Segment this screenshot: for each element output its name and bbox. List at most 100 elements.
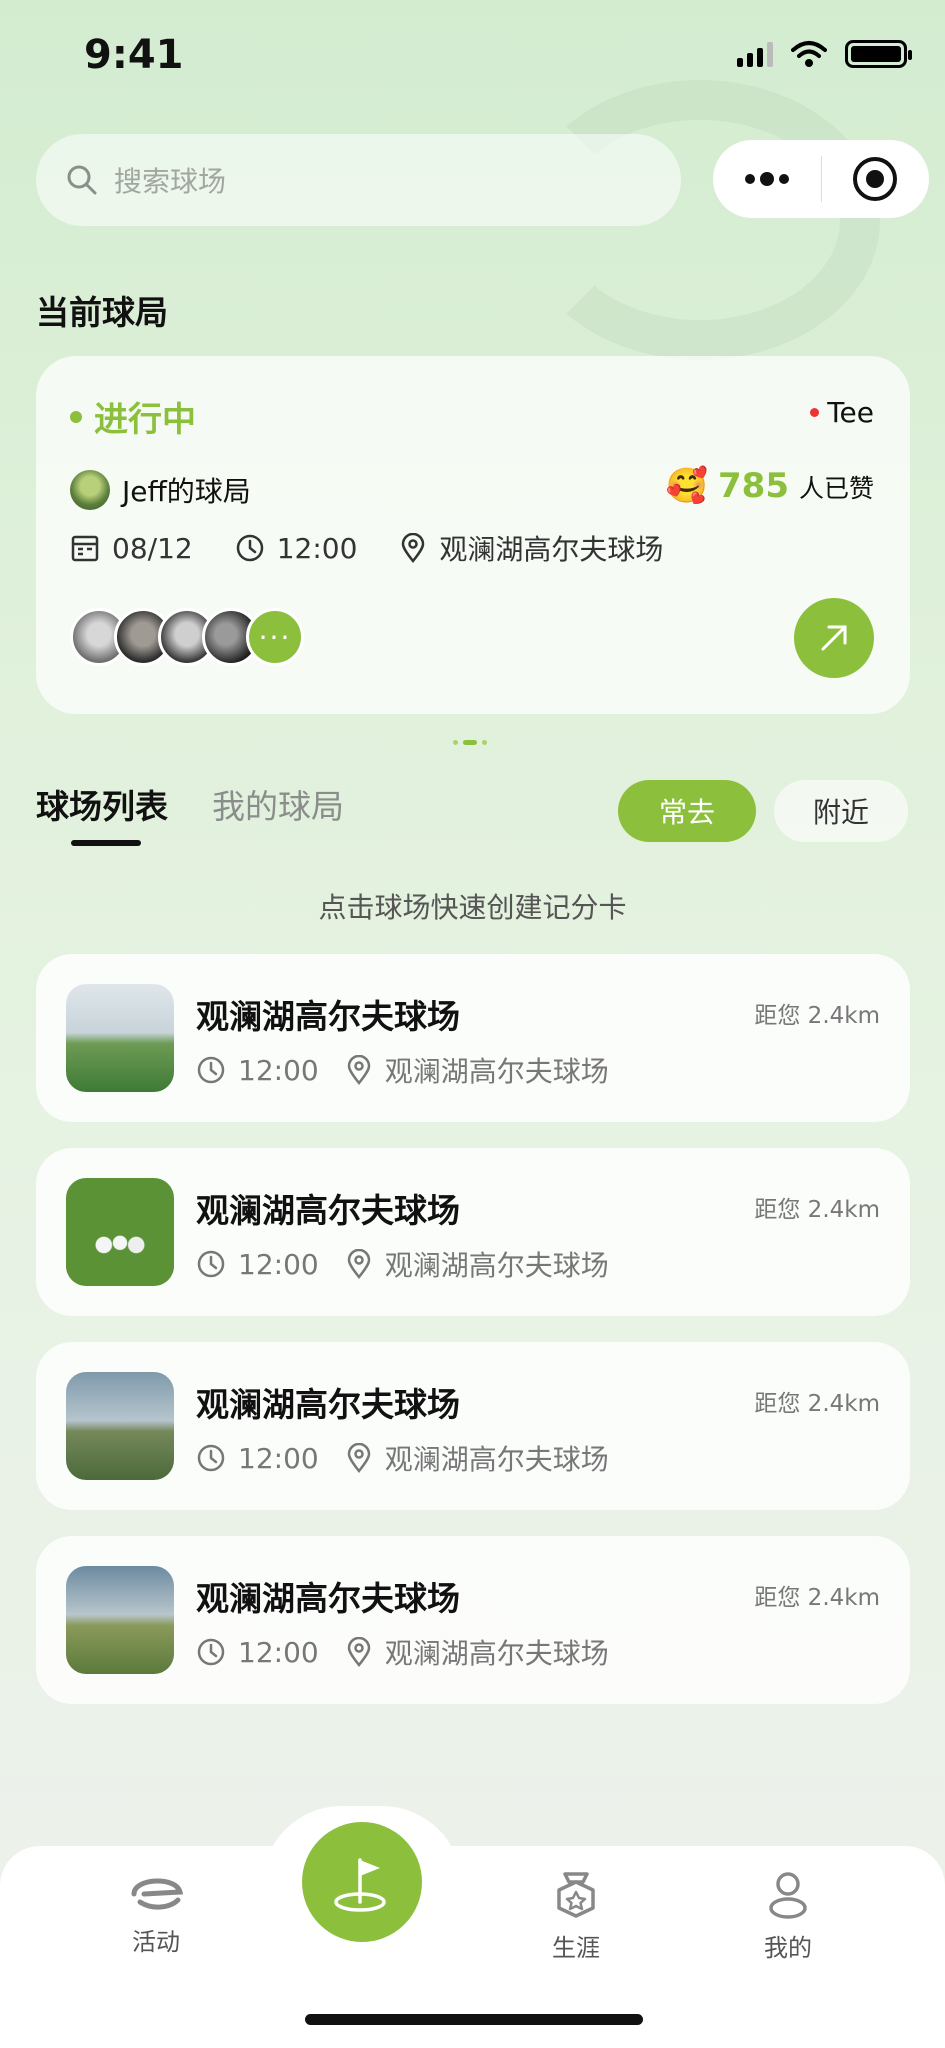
create-scorecard-hint: 点击球场快速创建记分卡 <box>318 891 627 924</box>
course-meta: 12:00 观澜湖高尔夫球场 <box>196 1050 609 1090</box>
course-location: 观澜湖高尔夫球场 <box>345 1632 609 1672</box>
tab-course-list[interactable]: 球场列表 <box>36 780 168 828</box>
golf-flag-icon <box>334 1858 386 1912</box>
current-game-title: 当前球局 <box>36 293 168 332</box>
more-players-button[interactable]: ··· <box>246 608 304 666</box>
course-time-value: 12:00 <box>238 1635 319 1669</box>
search-placeholder: 搜索球场 <box>114 165 227 198</box>
pager-dot-active <box>463 740 477 745</box>
course-name: 观澜湖高尔夫球场 <box>196 1385 460 1424</box>
current-game-card[interactable]: 进行中 Tee Jeff的球局 🥰 785 人已赞 08/12 12:00 观澜… <box>36 356 910 714</box>
pager-dot <box>482 740 487 745</box>
course-distance: 距您 2.4km <box>754 1197 880 1223</box>
owner-avatar <box>70 470 110 510</box>
course-card[interactable]: 观澜湖高尔夫球场 距您 2.4km 12:00 观澜湖高尔夫球场 <box>36 1342 910 1510</box>
course-location-value: 观澜湖高尔夫球场 <box>384 1055 609 1088</box>
course-time: 12:00 <box>196 1050 319 1090</box>
medal-icon <box>557 1872 595 1918</box>
clock-icon <box>197 1444 225 1472</box>
tee-dot-icon <box>810 408 820 417</box>
status-time: 9:41 <box>84 32 184 78</box>
more-button[interactable] <box>713 140 821 218</box>
course-meta: 12:00 观澜湖高尔夫球场 <box>196 1632 609 1672</box>
course-meta: 12:00 观澜湖高尔夫球场 <box>196 1244 609 1284</box>
nav-activity-label: 活动 <box>132 1928 180 1956</box>
course-location: 观澜湖高尔夫球场 <box>345 1244 609 1284</box>
course-card[interactable]: 观澜湖高尔夫球场 距您 2.4km 12:00 观澜湖高尔夫球场 <box>36 1536 910 1704</box>
more-dots-icon <box>744 172 789 186</box>
status-icons <box>737 40 912 68</box>
battery-icon <box>845 40 912 68</box>
nav-activity[interactable]: 活动 <box>96 1870 216 1957</box>
search-icon <box>67 165 97 195</box>
tee-badge: Tee <box>810 396 874 429</box>
nav-center-button[interactable] <box>302 1822 422 1942</box>
mini-program-capsule <box>713 140 929 218</box>
course-card[interactable]: 观澜湖高尔夫球场 距您 2.4km 12:00 观澜湖高尔夫球场 <box>36 954 910 1122</box>
course-name: 观澜湖高尔夫球场 <box>196 1579 460 1618</box>
likes-info: 🥰 785 人已赞 <box>666 466 874 506</box>
filter-frequent[interactable]: 常去 <box>618 780 756 842</box>
calendar-icon <box>71 535 99 562</box>
tab-my-games[interactable]: 我的球局 <box>212 780 344 828</box>
course-location-value: 观澜湖高尔夫球场 <box>384 1637 609 1670</box>
course-location-value: 观澜湖高尔夫球场 <box>384 1443 609 1476</box>
course-photo <box>66 984 174 1092</box>
close-program-button[interactable] <box>822 140 930 218</box>
target-icon <box>853 157 898 201</box>
course-time-value: 12:00 <box>238 1441 319 1475</box>
arrow-up-right-icon <box>821 625 847 651</box>
course-distance: 距您 2.4km <box>754 1391 880 1417</box>
pager-dot <box>453 740 458 745</box>
clock-icon <box>197 1638 225 1666</box>
location-pin-icon <box>347 1249 370 1279</box>
game-owner: Jeff的球局 <box>70 470 251 510</box>
tee-label: Tee <box>827 396 874 429</box>
course-photo <box>66 1178 174 1286</box>
card-pager <box>453 740 487 745</box>
filter-nearby[interactable]: 附近 <box>774 780 908 842</box>
course-photo <box>66 1566 174 1674</box>
course-location: 观澜湖高尔夫球场 <box>345 1050 609 1090</box>
course-distance: 距您 2.4km <box>754 1585 880 1611</box>
location-pin-icon <box>347 1443 370 1473</box>
game-location: 观澜湖高尔夫球场 <box>399 528 663 568</box>
likes-label: 人已赞 <box>798 474 874 503</box>
location-pin-icon <box>347 1055 370 1085</box>
game-meta: 08/12 12:00 观澜湖高尔夫球场 <box>70 528 663 568</box>
course-time: 12:00 <box>196 1438 319 1478</box>
game-date: 08/12 <box>70 532 193 565</box>
activity-logo-icon <box>131 1878 184 1910</box>
nav-mine[interactable]: 我的 <box>728 1870 848 1963</box>
search-bar[interactable]: 搜索球场 <box>36 134 681 226</box>
game-status-label: 进行中 <box>94 400 196 440</box>
game-time: 12:00 <box>235 531 358 565</box>
clock-icon <box>197 1250 225 1278</box>
nav-mine-label: 我的 <box>764 1934 812 1962</box>
clock-icon <box>197 1056 225 1084</box>
course-photo <box>66 1372 174 1480</box>
wifi-icon <box>791 41 827 67</box>
smiling-hearts-emoji-icon: 🥰 <box>665 466 708 506</box>
course-meta: 12:00 观澜湖高尔夫球场 <box>196 1438 609 1478</box>
course-time: 12:00 <box>196 1632 319 1672</box>
game-owner-name: Jeff的球局 <box>122 475 251 508</box>
game-time-value: 12:00 <box>276 531 358 565</box>
game-status: 进行中 <box>70 392 196 441</box>
course-name: 观澜湖高尔夫球场 <box>196 1191 460 1230</box>
player-avatars[interactable]: ··· <box>70 608 304 666</box>
course-time: 12:00 <box>196 1244 319 1284</box>
nav-career[interactable]: 生涯 <box>516 1870 636 1963</box>
location-pin-icon <box>402 533 425 563</box>
course-card[interactable]: 观澜湖高尔夫球场 距您 2.4km 12:00 观澜湖高尔夫球场 <box>36 1148 910 1316</box>
tab-active-indicator <box>71 840 141 846</box>
course-time-value: 12:00 <box>238 1247 319 1281</box>
user-icon <box>769 1872 807 1919</box>
course-distance: 距您 2.4km <box>754 1003 880 1029</box>
course-location: 观澜湖高尔夫球场 <box>345 1438 609 1478</box>
live-dot-icon <box>70 410 82 423</box>
clock-icon <box>236 534 263 562</box>
nav-career-label: 生涯 <box>552 1934 600 1962</box>
game-date-value: 08/12 <box>112 531 193 565</box>
enter-game-button[interactable] <box>794 598 874 678</box>
